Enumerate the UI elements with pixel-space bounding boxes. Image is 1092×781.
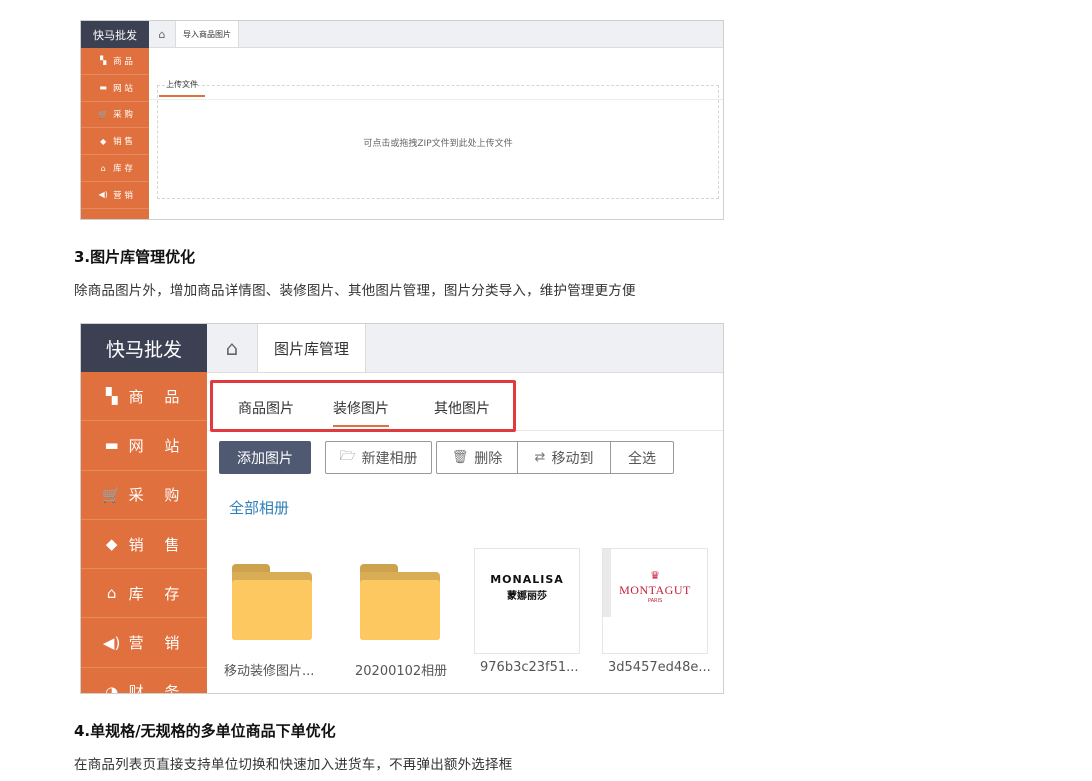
brand-logo: 快马批发 [81,21,149,48]
sidebar-item-label: 销 售 [128,535,188,554]
swap-icon: ⇄ [534,450,546,465]
sidebar-item-finance[interactable]: ◔ 财 务 [81,668,207,694]
sidebar-item-label: 网 站 [128,436,188,455]
dropzone-text: 可点击或拖拽ZIP文件到此处上传文件 [363,138,513,149]
sidebar-item-inventory[interactable]: ⌂ 库 存 [81,569,207,619]
crown-icon: ♛ [650,569,660,582]
folder-icon[interactable] [360,564,440,640]
monitor-icon: ▬ [99,83,107,93]
sidebar-item-label: 商 品 [128,387,188,406]
sidebar-item-label: 库 存 [128,584,188,603]
tag-icon: ◆ [105,535,118,554]
sidebar-item-website[interactable]: ▬ 网 站 [81,75,149,102]
section-3-text: 除商品图片外，增加商品详情图、装修图片、其他图片管理，图片分类导入，维护管理更方… [74,283,636,299]
sidebar-item-label: 销 售 [113,137,133,148]
screenshot-import-images: 快马批发 ▚ 商 品 ▬ 网 站 🛒 采 购 ◆ 销 售 ⌂ 库 存 ◀) 营 销 ⌂ 导入… [80,20,724,220]
warehouse-icon: ⌂ [100,163,106,173]
delete-button[interactable]: 🗑 删除 [436,441,518,474]
item-caption: 976b3c23f51... [480,660,579,675]
top-tab-bar: ⌂ 图片库管理 [207,324,723,373]
sidebar-item-purchase[interactable]: 🛒 采 购 [81,471,207,520]
sidebar-item-sales[interactable]: ◆ 销 售 [81,520,207,570]
sidebar: 快马批发 ▚ 商 品 ▬ 网 站 🛒 采 购 ◆ 销 售 ⌂ 库 存 ◀) 营 销 ◔ 财 务 [81,324,207,693]
highlight-box [210,380,516,432]
sidebar-item-label: 营 销 [128,634,188,653]
tab-import-images[interactable]: 导入商品图片 [175,21,239,47]
select-all-button[interactable]: 全选 [610,441,674,474]
item-caption: 移动装修图片... [224,664,315,679]
move-to-label: 移动到 [551,450,594,467]
sidebar-item-label: 商 品 [113,56,133,67]
screenshot-image-library: 快马批发 ▚ 商 品 ▬ 网 站 🛒 采 购 ◆ 销 售 ⌂ 库 存 ◀) 营 销 ◔ 财 务… [80,323,724,694]
section-3-heading: 3.图片库管理优化 [74,248,196,266]
grid-icon: ▚ [105,387,118,406]
monalisa-logo: MONALISA [490,573,564,586]
add-image-button[interactable]: 添加图片 [219,441,311,474]
sidebar-item-purchase[interactable]: 🛒 采 购 [81,102,149,129]
sidebar-item-inventory[interactable]: ⌂ 库 存 [81,155,149,182]
speaker-icon: ◀) [102,633,121,652]
sidebar-item-label: 采 购 [128,486,188,505]
home-icon[interactable]: ⌂ [207,324,257,372]
cart-icon: 🛒 [102,485,121,504]
tag-icon: ◆ [100,136,107,146]
sidebar-item-website[interactable]: ▬ 网 站 [81,421,207,471]
section-4-text: 在商品列表页直接支持单位切换和快速加入进货车，不再弹出额外选择框 [74,757,513,773]
item-caption: 3d5457ed48e... [608,660,711,675]
sidebar: 快马批发 ▚ 商 品 ▬ 网 站 🛒 采 购 ◆ 销 售 ⌂ 库 存 ◀) 营 销 [81,21,149,219]
sidebar-item-marketing[interactable]: ◀) 营 销 [81,182,149,209]
speaker-icon: ◀) [98,190,108,200]
tab-image-library[interactable]: 图片库管理 [257,324,367,372]
folder-open-icon: 🗁 [339,448,356,464]
grid-icon: ▚ [100,56,107,66]
warehouse-icon: ⌂ [106,584,117,603]
sidebar-item-label: 采 购 [113,110,133,121]
select-all-label: 全选 [628,450,656,467]
sidebar-item-label: 网 站 [113,83,133,94]
upload-dropzone[interactable]: 可点击或拖拽ZIP文件到此处上传文件 [157,85,719,199]
delete-label: 删除 [474,450,503,467]
image-thumbnail-monalisa[interactable]: MONALISA 蒙娜丽莎 [474,548,580,654]
new-album-button[interactable]: 🗁 新建相册 [325,441,432,474]
brand-logo: 快马批发 [81,324,207,372]
sidebar-item-products[interactable]: ▚ 商 品 [81,372,207,422]
sidebar-item-marketing[interactable]: ◀) 营 销 [81,618,207,668]
add-image-label: 添加图片 [237,450,293,467]
all-albums-link[interactable]: 全部相册 [229,497,289,518]
pie-icon: ◔ [105,682,119,694]
sidebar-item-sales[interactable]: ◆ 销 售 [81,128,149,156]
item-caption: 20200102相册 [355,664,448,679]
cart-icon: 🛒 [98,109,109,119]
sidebar-item-label: 财 务 [128,683,188,694]
montagut-logo: MONTAGUT [619,583,691,597]
monitor-icon: ▬ [104,436,119,455]
sidebar-item-products[interactable]: ▚ 商 品 [81,48,149,75]
montagut-logo-sub: PARIS [647,598,663,604]
folder-icon[interactable] [232,564,312,640]
monalisa-logo-sub: 蒙娜丽莎 [507,591,547,602]
image-thumbnail-montagut[interactable]: ♛ MONTAGUT PARIS [602,548,708,654]
move-to-button[interactable]: ⇄ 移动到 [517,441,611,474]
sidebar-item-label: 营 销 [113,190,133,201]
sidebar-item-label: 库 存 [113,164,133,175]
home-icon[interactable]: ⌂ [149,21,175,47]
new-album-label: 新建相册 [361,450,418,467]
top-tab-bar: ⌂ 导入商品图片 [149,21,723,48]
trash-icon: 🗑 [451,450,469,465]
section-4-heading: 4.单规格/无规格的多单位商品下单优化 [74,722,336,740]
